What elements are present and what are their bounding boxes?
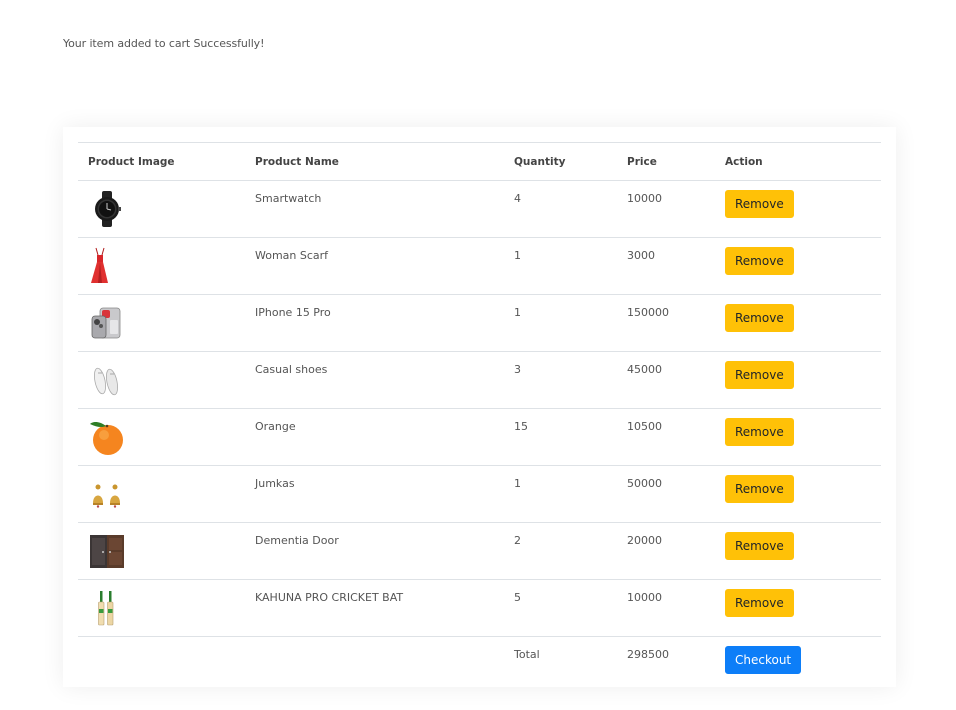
- product-image-cell: [78, 351, 245, 409]
- product-name: KAHUNA PRO CRICKET BAT: [245, 579, 504, 637]
- product-image-cell: [78, 465, 245, 523]
- action-cell: Remove: [715, 408, 881, 466]
- product-quantity: 1: [504, 237, 617, 295]
- success-message: Your item added to cart Successfully!: [63, 37, 265, 50]
- product-price: 3000: [617, 237, 715, 295]
- product-price: 20000: [617, 522, 715, 580]
- total-value: 298500: [627, 648, 669, 661]
- empty-cell: [245, 637, 504, 694]
- cart-card: Product Image Product Name Quantity Pric…: [63, 127, 896, 687]
- remove-button[interactable]: Remove: [725, 532, 794, 560]
- cart-table: Product Image Product Name Quantity Pric…: [78, 142, 881, 693]
- product-image-cell: [78, 579, 245, 637]
- remove-button[interactable]: Remove: [725, 418, 794, 446]
- table-row: Jumkas 1 50000 Remove: [78, 465, 881, 523]
- table-row: Smartwatch 4 10000 Remove: [78, 180, 881, 238]
- product-price: 10000: [617, 579, 715, 637]
- total-label: Total: [514, 648, 540, 661]
- header-price: Price: [617, 142, 715, 181]
- product-image-cell: [78, 237, 245, 295]
- action-cell: Remove: [715, 237, 881, 295]
- product-image-cell: [78, 294, 245, 352]
- remove-button[interactable]: Remove: [725, 247, 794, 275]
- action-cell: Remove: [715, 579, 881, 637]
- product-quantity: 1: [504, 465, 617, 523]
- remove-button[interactable]: Remove: [725, 304, 794, 332]
- remove-button[interactable]: Remove: [725, 361, 794, 389]
- total-row: Total 298500 Checkout: [78, 637, 881, 694]
- header-quantity: Quantity: [504, 142, 617, 181]
- header-product-image: Product Image: [78, 142, 245, 181]
- action-cell: Remove: [715, 465, 881, 523]
- product-name: IPhone 15 Pro: [245, 294, 504, 352]
- table-row: Casual shoes 3 45000 Remove: [78, 351, 881, 409]
- product-image-cell: [78, 180, 245, 238]
- product-name: Smartwatch: [245, 180, 504, 238]
- product-name: Jumkas: [245, 465, 504, 523]
- table-header-row: Product Image Product Name Quantity Pric…: [78, 142, 881, 181]
- remove-button[interactable]: Remove: [725, 475, 794, 503]
- action-cell: Remove: [715, 351, 881, 409]
- product-price: 10500: [617, 408, 715, 466]
- cricket-bat-image: [98, 591, 114, 626]
- product-name: Orange: [245, 408, 504, 466]
- action-cell: Remove: [715, 180, 881, 238]
- product-price: 45000: [617, 351, 715, 409]
- earrings-image: [93, 484, 120, 508]
- product-quantity: 1: [504, 294, 617, 352]
- orange-image: [90, 422, 123, 455]
- table-row: KAHUNA PRO CRICKET BAT 5 10000 Remove: [78, 579, 881, 637]
- product-price: 50000: [617, 465, 715, 523]
- header-product-name: Product Name: [245, 142, 504, 181]
- product-quantity: 15: [504, 408, 617, 466]
- checkout-cell: Checkout: [715, 637, 881, 694]
- shoes-image: [94, 367, 118, 396]
- product-name: Casual shoes: [245, 351, 504, 409]
- product-name: Dementia Door: [245, 522, 504, 580]
- table-row: IPhone 15 Pro 1 150000 Remove: [78, 294, 881, 352]
- action-cell: Remove: [715, 294, 881, 352]
- empty-cell: [78, 637, 245, 694]
- table-row: Woman Scarf 1 3000 Remove: [78, 237, 881, 295]
- product-name: Woman Scarf: [245, 237, 504, 295]
- remove-button[interactable]: Remove: [725, 589, 794, 617]
- product-quantity: 5: [504, 579, 617, 637]
- remove-button[interactable]: Remove: [725, 190, 794, 218]
- smartwatch-image: [95, 191, 121, 227]
- product-quantity: 3: [504, 351, 617, 409]
- header-action: Action: [715, 142, 881, 181]
- table-row: Dementia Door 2 20000 Remove: [78, 522, 881, 580]
- table-row: Orange 15 10500 Remove: [78, 408, 881, 466]
- checkout-button[interactable]: Checkout: [725, 646, 802, 674]
- door-image: [90, 535, 124, 568]
- product-image-cell: [78, 522, 245, 580]
- phone-image: [91, 307, 121, 339]
- dress-image: [91, 247, 108, 283]
- product-quantity: 4: [504, 180, 617, 238]
- product-price: 150000: [617, 294, 715, 352]
- product-quantity: 2: [504, 522, 617, 580]
- action-cell: Remove: [715, 522, 881, 580]
- product-price: 10000: [617, 180, 715, 238]
- product-image-cell: [78, 408, 245, 466]
